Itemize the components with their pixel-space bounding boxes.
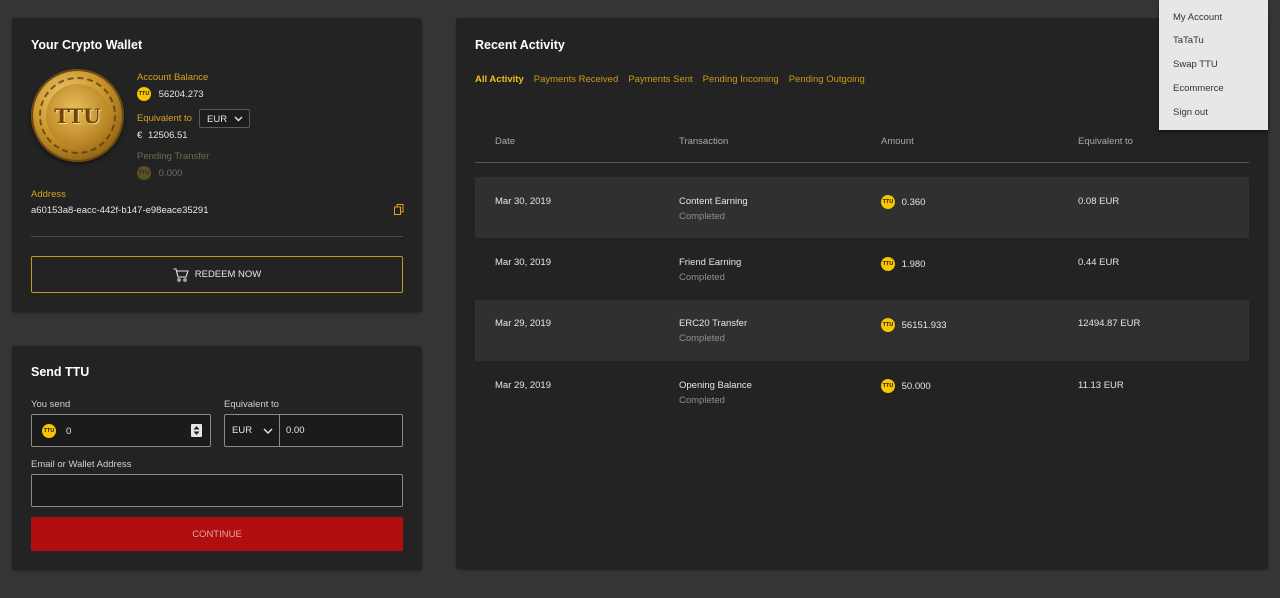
copy-icon[interactable] [394,204,404,215]
tab-pending-incoming[interactable]: Pending Incoming [703,74,779,85]
cart-icon [173,267,189,282]
ttu-coin-icon-dim: TTU [137,166,151,180]
send-equivalent-value[interactable]: 0.00 [286,425,305,436]
address-label: Address [31,189,66,200]
ttu-coin-icon: TTU [881,379,895,393]
redeem-now-label: REDEEM NOW [194,269,262,280]
activity-tabs: All Activity Payments Received Payments … [475,74,865,85]
euro-symbol: € [137,130,143,141]
pending-transfer-row: TTU 0.000 [137,166,182,180]
coin-face: TTU [46,84,109,147]
address-field-label: Email or Wallet Address [31,459,132,470]
table-row[interactable]: Mar 29, 2019 Opening Balance Completed T… [475,361,1249,422]
account-dropdown-menu: My Account TaTaTu Swap TTU Ecommerce Sig… [1159,0,1268,130]
row-date: Mar 30, 2019 [495,257,551,268]
row-amount-value: 0.360 [901,196,926,208]
send-equivalent-group: EUR 0.00 [224,414,403,447]
menu-item-my-account[interactable]: My Account [1173,12,1222,23]
you-send-input[interactable]: TTU 0 [31,414,211,447]
row-amount-value: 50.000 [901,380,931,392]
row-transaction-name: ERC20 Transfer [679,318,748,329]
row-amount: TTU 56151.933 [881,318,947,332]
row-status: Completed [679,333,725,344]
email-or-wallet-input[interactable] [31,474,403,507]
column-header-transaction: Transaction [679,136,729,147]
row-equivalent: 0.44 EUR [1078,257,1120,268]
row-transaction: Opening Balance Completed [679,380,752,406]
ttu-coin-icon: TTU [881,257,895,271]
ttu-coin-icon: TTU [881,195,895,209]
row-transaction: ERC20 Transfer Completed [679,318,747,344]
ttu-coin-icon: TTU [42,424,56,438]
activity-title: Recent Activity [475,38,565,52]
ttu-coin-icon: TTU [881,318,895,332]
ttu-coin-icon: TTU [137,87,151,101]
send-currency-value: EUR [232,425,253,436]
you-send-value: 0 [66,426,72,437]
account-balance-value: 56204.273 [158,88,204,100]
row-transaction: Friend Earning Completed [679,257,741,283]
menu-item-swap-ttu[interactable]: Swap TTU [1173,59,1218,70]
row-transaction-name: Opening Balance [679,380,752,391]
wallet-currency-value: EUR [207,114,228,125]
send-currency-select[interactable]: EUR [225,415,280,446]
send-equivalent-label: Equivalent to [224,399,279,410]
row-amount: TTU 0.360 [881,195,925,209]
account-balance-label: Account Balance [137,72,209,83]
wallet-title: Your Crypto Wallet [31,38,143,52]
table-header-divider [475,162,1249,163]
row-equivalent: 12494.87 EUR [1078,318,1141,329]
equivalent-label: Equivalent to [137,113,192,124]
column-header-equivalent: Equivalent to [1078,136,1133,147]
continue-label: CONTINUE [192,528,242,540]
table-row[interactable]: Mar 29, 2019 ERC20 Transfer Completed TT… [475,300,1249,361]
row-transaction-name: Content Earning [679,196,748,207]
row-date: Mar 29, 2019 [495,318,551,329]
menu-item-ecommerce[interactable]: Ecommerce [1173,83,1224,94]
row-date: Mar 30, 2019 [495,196,551,207]
row-amount-value: 1.980 [901,258,926,270]
row-amount-value: 56151.933 [901,319,947,331]
equivalent-value-row: € 12506.51 [137,130,188,141]
pending-transfer-label: Pending Transfer [137,151,210,162]
table-row[interactable]: Mar 30, 2019 Content Earning Completed T… [475,177,1249,238]
row-status: Completed [679,395,725,406]
tab-pending-outgoing[interactable]: Pending Outgoing [789,74,865,85]
send-title: Send TTU [31,365,90,379]
row-equivalent: 0.08 EUR [1078,196,1120,207]
table-row[interactable]: Mar 30, 2019 Friend Earning Completed TT… [475,238,1249,299]
row-status: Completed [679,211,725,222]
account-balance-row: TTU 56204.273 [137,87,204,101]
redeem-now-button[interactable]: REDEEM NOW [31,256,403,293]
continue-button[interactable]: CONTINUE [31,517,403,551]
chevron-down-icon [234,116,243,122]
row-transaction-name: Friend Earning [679,257,742,268]
column-header-date: Date [495,136,516,147]
number-spinner-icon[interactable] [191,424,202,437]
equivalent-value: 12506.51 [147,130,188,141]
pending-transfer-value: 0.000 [158,167,183,179]
ttu-coin-logo: TTU [31,69,124,162]
chevron-down-icon [263,428,273,434]
wallet-divider [31,236,403,237]
tab-all-activity[interactable]: All Activity [475,74,524,85]
menu-item-tatatu[interactable]: TaTaTu [1173,35,1204,46]
wallet-currency-select[interactable]: EUR [199,109,250,128]
address-value: a60153a8-eacc-442f-b147-e98eace35291 [31,205,209,216]
row-status: Completed [679,272,725,283]
row-amount: TTU 1.980 [881,257,925,271]
row-transaction: Content Earning Completed [679,196,748,222]
tab-payments-received[interactable]: Payments Received [534,74,618,85]
you-send-label: You send [31,399,71,410]
menu-item-sign-out[interactable]: Sign out [1173,107,1208,118]
column-header-amount: Amount [881,136,914,147]
row-equivalent: 11.13 EUR [1078,380,1124,391]
row-date: Mar 29, 2019 [495,380,551,391]
tab-payments-sent[interactable]: Payments Sent [628,74,692,85]
row-amount: TTU 50.000 [881,379,931,393]
